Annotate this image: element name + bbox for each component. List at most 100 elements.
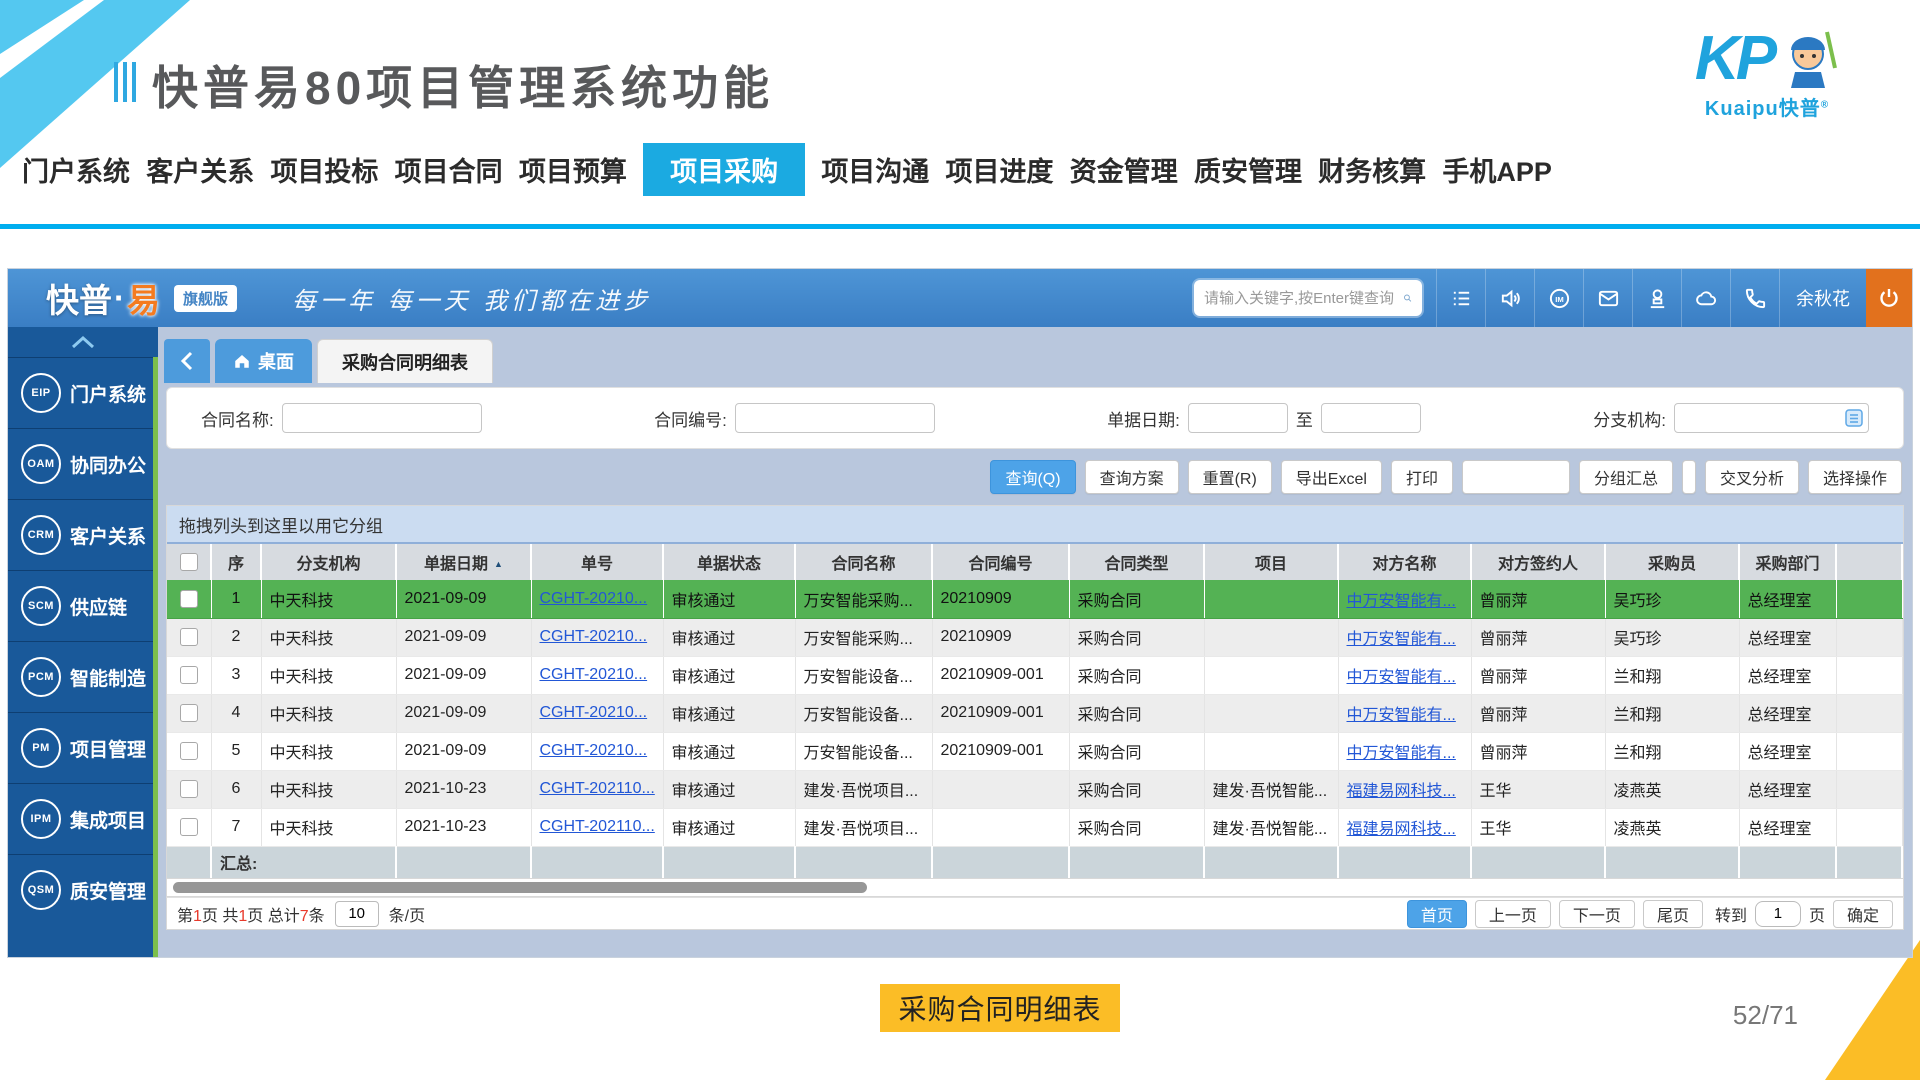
column-header-单号[interactable]: 单号: [531, 544, 663, 580]
sidebar-item-qsm[interactable]: QSM质安管理: [8, 854, 158, 925]
sidebar-collapse-button[interactable]: [8, 327, 158, 357]
table-row[interactable]: 7中天科技2021-10-23CGHT-202110...审核通过建发·吾悦项目…: [167, 808, 1902, 846]
toolbar-button-交叉分析[interactable]: 交叉分析: [1705, 460, 1799, 494]
sidebar-item-oam[interactable]: OAM协同办公: [8, 428, 158, 499]
counterparty-link[interactable]: 福建易网科技...: [1347, 783, 1456, 800]
toolbar-button-选择操作[interactable]: 选择操作: [1808, 460, 1902, 494]
doc_no-link[interactable]: CGHT-20210...: [540, 742, 648, 759]
pager-button-首页[interactable]: 首页: [1407, 900, 1467, 928]
current-user[interactable]: 余秋花: [1779, 269, 1866, 327]
row-checkbox[interactable]: [180, 818, 198, 836]
nav-tab-项目投标[interactable]: 项目投标: [270, 150, 378, 189]
nav-tab-门户系统[interactable]: 门户系统: [22, 150, 130, 189]
doc_no-link[interactable]: CGHT-202110...: [540, 818, 655, 835]
lookup-list-icon[interactable]: [1844, 408, 1864, 428]
counterparty-link[interactable]: 中万安智能有...: [1347, 707, 1456, 724]
table-row[interactable]: 3中天科技2021-09-09CGHT-20210...审核通过万安智能设备..…: [167, 656, 1902, 694]
doc_no-link[interactable]: CGHT-20210...: [540, 666, 648, 683]
cloud-icon[interactable]: [1681, 269, 1730, 327]
page-size-input[interactable]: [335, 901, 379, 927]
table-row[interactable]: 2中天科技2021-09-09CGHT-20210...审核通过万安智能采购..…: [167, 618, 1902, 656]
doc_no-link[interactable]: CGHT-20210...: [540, 590, 648, 607]
nav-tab-项目合同[interactable]: 项目合同: [395, 150, 503, 189]
confirm-button[interactable]: 确定: [1833, 900, 1893, 928]
column-header-单据状态[interactable]: 单据状态: [663, 544, 795, 580]
column-header-对方名称[interactable]: 对方名称: [1338, 544, 1471, 580]
pager-button-上一页[interactable]: 上一页: [1475, 900, 1551, 928]
date-to-input[interactable]: [1321, 403, 1421, 433]
counterparty-link[interactable]: 中万安智能有...: [1347, 745, 1456, 762]
pager-button-尾页[interactable]: 尾页: [1643, 900, 1703, 928]
doc_no-link[interactable]: CGHT-202110...: [540, 780, 655, 797]
tab-desktop[interactable]: 桌面: [215, 339, 312, 383]
search-input[interactable]: [1204, 290, 1403, 307]
sidebar-item-pm[interactable]: PM项目管理: [8, 712, 158, 783]
back-button[interactable]: [164, 339, 210, 383]
table-row[interactable]: 1中天科技2021-09-09CGHT-20210...审核通过万安智能采购..…: [167, 580, 1902, 618]
nav-tab-资金管理[interactable]: 资金管理: [1070, 150, 1178, 189]
column-header-项目[interactable]: 项目: [1204, 544, 1338, 580]
pager-button-下一页[interactable]: 下一页: [1559, 900, 1635, 928]
nav-tab-手机APP[interactable]: 手机APP: [1442, 150, 1552, 189]
row-checkbox[interactable]: [180, 628, 198, 646]
toolbar-button-empty[interactable]: [1682, 460, 1696, 494]
horizontal-scrollbar[interactable]: [166, 879, 1904, 897]
mail-icon[interactable]: [1583, 269, 1632, 327]
date-from-input[interactable]: [1188, 403, 1288, 433]
counterparty-link[interactable]: 福建易网科技...: [1347, 821, 1456, 838]
column-header-合同名称[interactable]: 合同名称: [795, 544, 932, 580]
list-icon[interactable]: [1436, 269, 1485, 327]
toolbar-button-empty[interactable]: [1462, 460, 1570, 494]
nav-tab-项目预算[interactable]: 项目预算: [519, 150, 627, 189]
row-checkbox[interactable]: [180, 780, 198, 798]
row-checkbox[interactable]: [180, 666, 198, 684]
select-all-checkbox[interactable]: [180, 553, 198, 571]
nav-tab-财务核算[interactable]: 财务核算: [1318, 150, 1426, 189]
contract-name-input[interactable]: [282, 403, 482, 433]
contract-no-input[interactable]: [735, 403, 935, 433]
nav-tab-质安管理[interactable]: 质安管理: [1194, 150, 1302, 189]
column-header-对方签约人[interactable]: 对方签约人: [1471, 544, 1605, 580]
column-header-分支机构[interactable]: 分支机构: [261, 544, 396, 580]
column-header-采购员[interactable]: 采购员: [1605, 544, 1739, 580]
nav-tab-项目采购[interactable]: 项目采购: [643, 143, 805, 196]
table-row[interactable]: 5中天科技2021-09-09CGHT-20210...审核通过万安智能设备..…: [167, 732, 1902, 770]
table-row[interactable]: 6中天科技2021-10-23CGHT-202110...审核通过建发·吾悦项目…: [167, 770, 1902, 808]
doc_no-link[interactable]: CGHT-20210...: [540, 704, 648, 721]
branch-input[interactable]: [1674, 403, 1869, 433]
counterparty-link[interactable]: 中万安智能有...: [1347, 593, 1456, 610]
toolbar-button-查询(Q)[interactable]: 查询(Q): [990, 460, 1075, 494]
power-icon[interactable]: [1866, 269, 1912, 327]
doc_no-link[interactable]: CGHT-20210...: [540, 628, 648, 645]
row-checkbox[interactable]: [180, 742, 198, 760]
toolbar-button-打印[interactable]: 打印: [1391, 460, 1453, 494]
row-checkbox[interactable]: [180, 590, 198, 608]
tab-purchase-contract-detail[interactable]: 采购合同明细表: [317, 339, 493, 383]
im-icon[interactable]: IM: [1534, 269, 1583, 327]
column-header-合同类型[interactable]: 合同类型: [1069, 544, 1204, 580]
sidebar-item-pcm[interactable]: PCM智能制造: [8, 641, 158, 712]
sidebar-item-ipm[interactable]: IPM集成项目: [8, 783, 158, 854]
column-header-单据日期[interactable]: 单据日期▲: [396, 544, 531, 580]
user-icon[interactable]: [1632, 269, 1681, 327]
sidebar-item-eip[interactable]: EIP门户系统: [8, 357, 158, 428]
nav-tab-项目沟通[interactable]: 项目沟通: [821, 150, 929, 189]
group-drop-zone[interactable]: 拖拽列头到这里以用它分组: [167, 506, 1903, 544]
column-header-采购部门[interactable]: 采购部门: [1739, 544, 1836, 580]
column-header-序[interactable]: 序: [211, 544, 261, 580]
sidebar-item-crm[interactable]: CRM客户关系: [8, 499, 158, 570]
toolbar-button-分组汇总[interactable]: 分组汇总: [1579, 460, 1673, 494]
goto-page-input[interactable]: [1755, 901, 1801, 927]
toolbar-button-查询方案[interactable]: 查询方案: [1085, 460, 1179, 494]
toolbar-button-导出Excel[interactable]: 导出Excel: [1281, 460, 1382, 494]
counterparty-link[interactable]: 中万安智能有...: [1347, 669, 1456, 686]
toolbar-button-重置(R)[interactable]: 重置(R): [1188, 460, 1272, 494]
counterparty-link[interactable]: 中万安智能有...: [1347, 631, 1456, 648]
sidebar-item-scm[interactable]: SCM供应链: [8, 570, 158, 641]
table-row[interactable]: 4中天科技2021-09-09CGHT-20210...审核通过万安智能设备..…: [167, 694, 1902, 732]
row-checkbox[interactable]: [180, 704, 198, 722]
phone-icon[interactable]: [1730, 269, 1779, 327]
speaker-icon[interactable]: [1485, 269, 1534, 327]
nav-tab-客户关系[interactable]: 客户关系: [146, 150, 254, 189]
scrollbar-thumb[interactable]: [173, 882, 867, 893]
